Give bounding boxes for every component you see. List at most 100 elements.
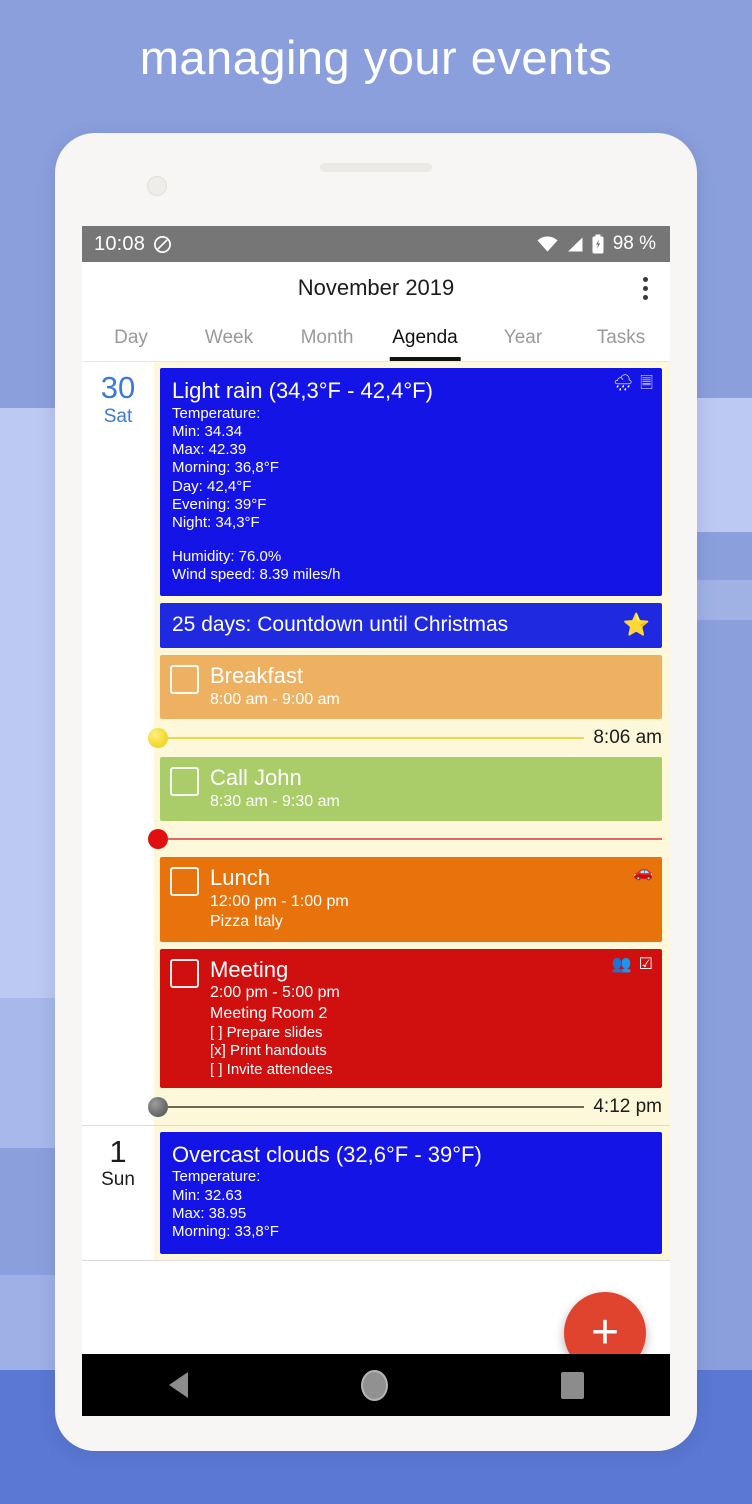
event-title: Call John [210,764,652,792]
event-card-icons: 👥 ☑ [612,957,653,973]
event-card-lunch[interactable]: Lunch 12:00 pm - 1:00 pm Pizza Italy 🚗 [160,857,662,941]
navigation-back-icon[interactable] [169,1372,188,1398]
car-icon: 🚗 [633,865,653,881]
day-weekday: Sat [82,405,154,430]
event-card-meeting[interactable]: Meeting 2:00 pm - 5:00 pm Meeting Room 2… [160,949,662,1088]
weather-event-card[interactable]: Overcast clouds (32,6°F - 39°F) Temperat… [160,1132,662,1254]
status-bar: 10:08 [82,226,670,262]
timeline-rule [168,1106,584,1108]
event-card-breakfast[interactable]: Breakfast 8:00 am - 9:00 am [160,655,662,719]
agenda-day-group: 30 Sat 🌧 🗏 Light rain (34,3°F - 42,4°F) … [82,362,670,1126]
weather-line: Evening: 39°F [172,496,650,514]
weather-title: Overcast clouds (32,6°F - 39°F) [172,1141,650,1169]
agenda-list[interactable]: 30 Sat 🌧 🗏 Light rain (34,3°F - 42,4°F) … [82,362,670,1354]
description-icon: 🗏 [640,376,653,392]
tab-year[interactable]: Year [474,314,572,361]
sunset-icon [148,1097,168,1117]
phone-front-camera-icon [147,176,167,196]
tab-agenda[interactable]: Agenda [376,314,474,361]
weather-cloud-icon: 🌧 [613,376,633,392]
event-task-item: [ ] Invite attendees [210,1061,652,1079]
current-time-marker-row [160,829,662,849]
weather-line: Temperature: [172,1168,650,1186]
battery-icon [592,234,604,254]
event-body: Breakfast 8:00 am - 9:00 am [210,662,652,710]
background-block [0,408,56,998]
weather-event-card[interactable]: 🌧 🗏 Light rain (34,3°F - 42,4°F) Tempera… [160,368,662,596]
background-block [0,998,56,1148]
tab-week[interactable]: Week [180,314,278,361]
sunset-time: 4:12 pm [584,1096,662,1118]
event-complete-checkbox[interactable] [170,867,199,896]
weather-humidity: Humidity: 76.0% [172,548,650,566]
spacer [172,533,650,548]
event-card-call-john[interactable]: Call John 8:30 am - 9:30 am [160,757,662,821]
add-icon: + [591,1314,619,1352]
weather-line: Night: 34,3°F [172,514,650,532]
timeline-rule [168,737,584,739]
navigation-recents-icon[interactable] [561,1372,584,1399]
event-card-icons: 🚗 [633,865,653,881]
app-toolbar: November 2019 [82,262,670,314]
status-clock: 10:08 [94,233,145,256]
event-time: 8:30 am - 9:30 am [210,792,652,812]
do-not-disturb-icon [153,235,172,254]
current-time-icon [148,829,168,849]
event-body: Call John 8:30 am - 9:30 am [210,764,652,812]
event-task-item: [x] Print handouts [210,1042,652,1060]
battery-percentage: 98 % [613,233,656,255]
weather-line: Max: 38.95 [172,1205,650,1223]
day-number: 1 [82,1136,154,1169]
navigation-home-icon[interactable] [361,1370,388,1401]
status-bar-right: 98 % [537,233,656,255]
sunset-marker-row: 4:12 pm [160,1096,662,1118]
sunrise-marker-row: 8:06 am [160,727,662,749]
event-location: Pizza Italy [210,912,652,932]
day-events-column: Overcast clouds (32,6°F - 39°F) Temperat… [154,1126,670,1260]
weather-line: Min: 34.34 [172,423,650,441]
event-title: Breakfast [210,662,652,690]
attendees-icon: 👥 [612,957,632,973]
sunrise-icon [148,728,168,748]
page-title: November 2019 [298,275,455,301]
weather-line: Min: 32.63 [172,1187,650,1205]
event-time: 8:00 am - 9:00 am [210,690,652,710]
countdown-label: 25 days: Countdown until Christmas [172,613,508,637]
day-weekday: Sun [82,1168,154,1193]
overflow-menu-icon[interactable] [630,271,660,305]
weather-line: Morning: 36,8°F [172,459,650,477]
event-complete-checkbox[interactable] [170,767,199,796]
event-task-item: [ ] Prepare slides [210,1024,652,1042]
event-body: Meeting 2:00 pm - 5:00 pm Meeting Room 2… [210,956,652,1079]
weather-line: Max: 42.39 [172,441,650,459]
status-bar-left: 10:08 [94,233,172,256]
day-events-column: 🌧 🗏 Light rain (34,3°F - 42,4°F) Tempera… [154,362,670,1125]
phone-screen: 10:08 [82,226,670,1354]
cellular-signal-icon [566,236,584,253]
weather-wind-speed: Wind speed: 8.39 miles/h [172,566,650,584]
phone-device-frame: 10:08 [55,133,697,1451]
event-body: Lunch 12:00 pm - 1:00 pm Pizza Italy [210,864,652,932]
day-number: 30 [82,372,154,405]
sunrise-time: 8:06 am [584,727,662,749]
weather-line: Day: 42,4°F [172,478,650,496]
weather-title: Light rain (34,3°F - 42,4°F) [172,377,650,405]
tab-day[interactable]: Day [82,314,180,361]
add-event-fab[interactable]: + [564,1292,646,1354]
timeline-rule [168,838,662,840]
event-complete-checkbox[interactable] [170,959,199,988]
event-title: Lunch [210,864,652,892]
event-complete-checkbox[interactable] [170,665,199,694]
day-gutter: 30 Sat [82,362,154,429]
tab-tasks[interactable]: Tasks [572,314,670,361]
android-navigation-bar [82,1354,670,1416]
tab-month[interactable]: Month [278,314,376,361]
weather-line: Morning: 33,8°F [172,1223,650,1241]
promo-headline: managing your events [0,34,752,81]
event-title: Meeting [210,956,652,984]
countdown-event-card[interactable]: 25 days: Countdown until Christmas ⭐ [160,603,662,648]
tasks-checkbox-icon: ☑ [639,957,653,973]
event-time: 12:00 pm - 1:00 pm [210,892,652,912]
weather-line: Temperature: [172,405,650,423]
view-tab-bar: Day Week Month Agenda Year Tasks [82,314,670,362]
